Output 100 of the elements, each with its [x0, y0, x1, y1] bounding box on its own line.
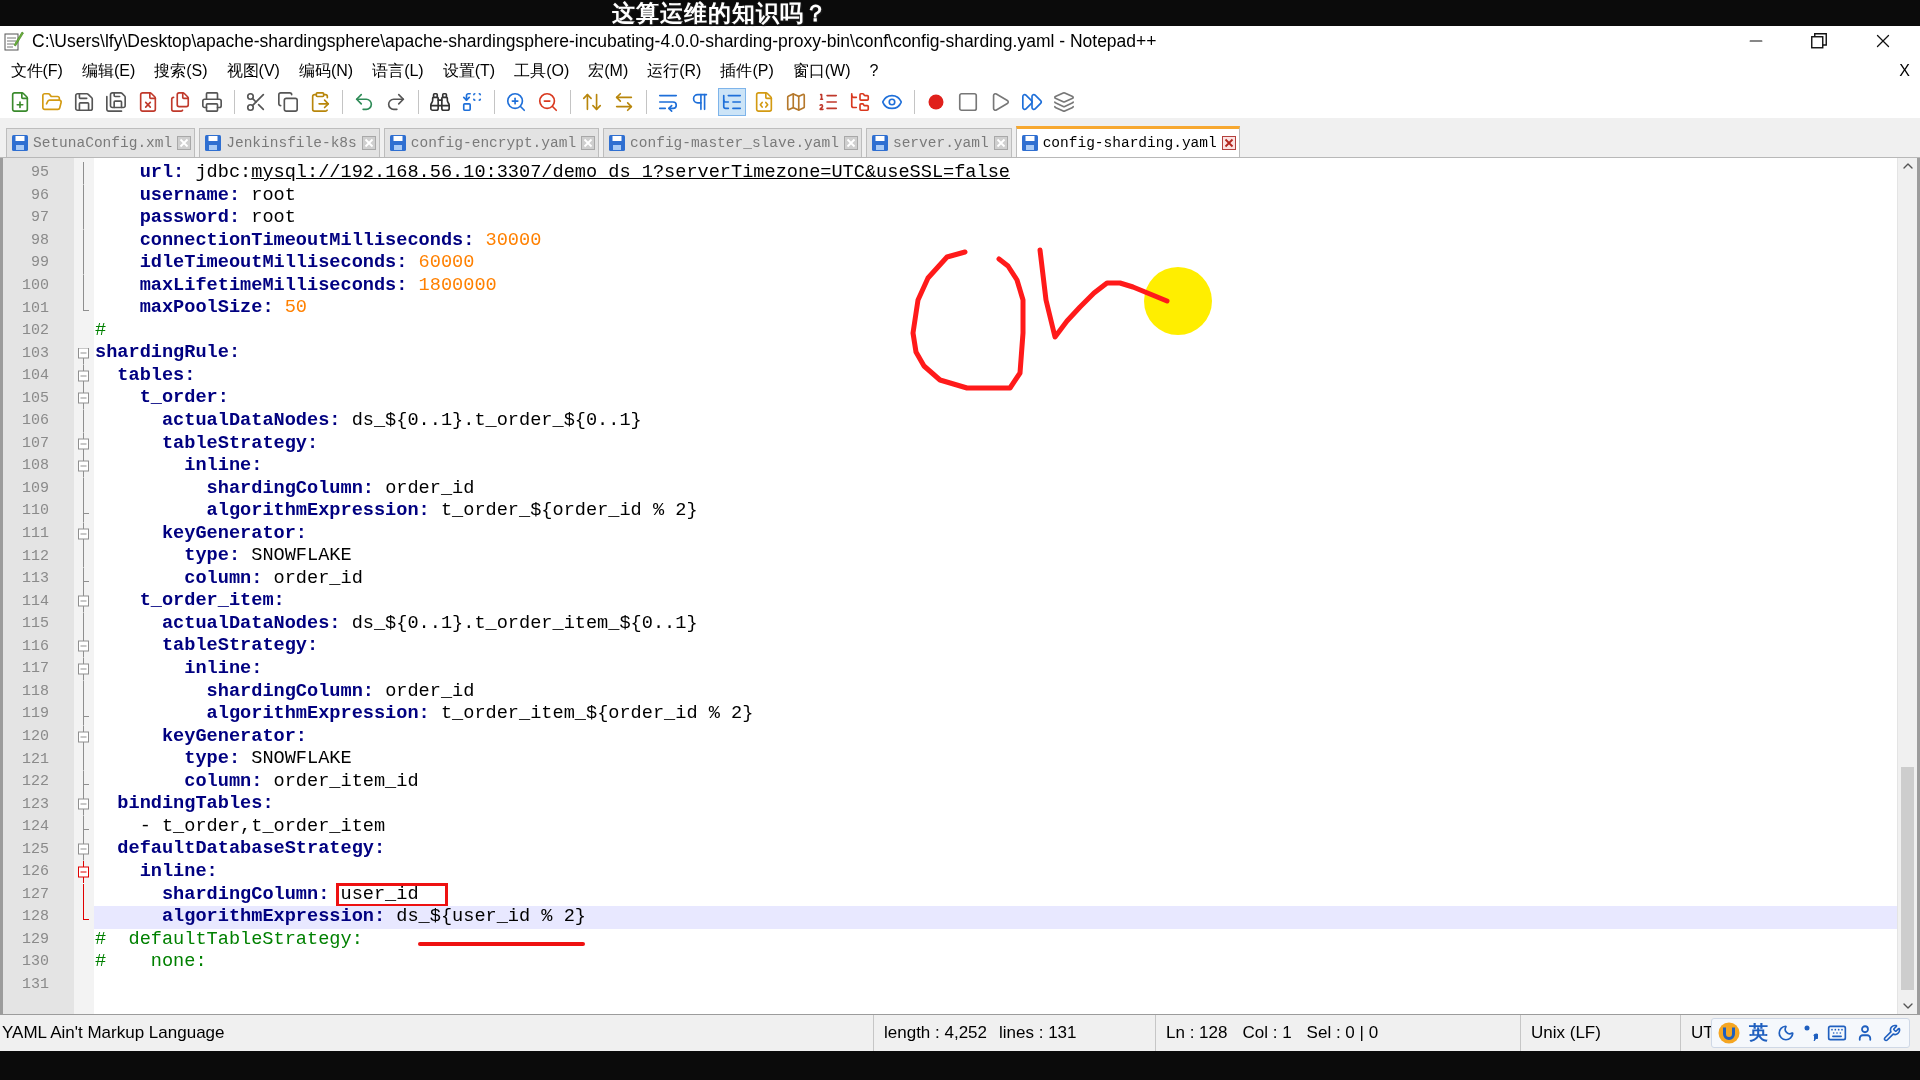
- code-line: column: order_id: [184, 567, 363, 589]
- ime-mode-label[interactable]: 英: [1749, 1022, 1768, 1044]
- menu-item[interactable]: 文件(F): [1, 57, 73, 85]
- minus-box-icon[interactable]: [78, 725, 89, 749]
- menu-item[interactable]: 编码(N): [289, 57, 363, 85]
- minus-box-icon[interactable]: [78, 348, 89, 365]
- fast-forward-icon[interactable]: [1021, 91, 1043, 113]
- minus-box-icon[interactable]: [78, 658, 89, 681]
- restore-icon[interactable]: [1811, 33, 1827, 49]
- numbered-list-icon[interactable]: [817, 91, 839, 113]
- save-icon[interactable]: [73, 91, 95, 113]
- line-number: 115: [22, 615, 49, 634]
- line-number: 110: [22, 502, 49, 521]
- close-document-button[interactable]: X: [1899, 62, 1910, 80]
- line-number: 129: [22, 930, 49, 949]
- binoculars-icon[interactable]: [429, 91, 451, 113]
- floppy-icon: [609, 135, 626, 151]
- ime-logo-icon[interactable]: [1718, 1022, 1740, 1044]
- line-number: 97: [31, 209, 49, 228]
- menu-item[interactable]: 宏(M): [578, 57, 638, 85]
- menu-item[interactable]: 运行(R): [637, 57, 711, 85]
- new-file-icon[interactable]: [9, 91, 31, 113]
- code-line: tableStrategy:: [161, 432, 319, 454]
- floppy-icon: [871, 135, 888, 151]
- menu-item[interactable]: 工具(O): [504, 57, 579, 85]
- zoom-out-icon[interactable]: [537, 91, 559, 113]
- branch-line-icon: [83, 567, 89, 591]
- line-number: 108: [22, 457, 49, 476]
- layers-icon[interactable]: [1053, 91, 1075, 113]
- map-icon[interactable]: [785, 91, 807, 113]
- wrench-icon[interactable]: [1883, 1024, 1901, 1042]
- eol-status: Unix (LF): [1531, 1023, 1601, 1043]
- undo-icon[interactable]: [353, 91, 375, 113]
- menu-item[interactable]: 窗口(W): [783, 57, 861, 85]
- minus-box-icon[interactable]: [78, 522, 89, 546]
- line-number: 103: [22, 344, 49, 363]
- line-number: 120: [22, 727, 49, 746]
- folder-tree-icon[interactable]: [849, 91, 871, 113]
- scrollbar-thumb[interactable]: [1901, 767, 1914, 990]
- stop-icon[interactable]: [957, 91, 979, 113]
- clipboard-icon[interactable]: [309, 91, 331, 113]
- minus-box-icon[interactable]: [78, 455, 89, 478]
- vertical-arrows-icon[interactable]: [581, 91, 603, 113]
- replace-icon[interactable]: [461, 91, 483, 113]
- code-line: keyGenerator:: [161, 522, 307, 544]
- zoom-in-icon[interactable]: [505, 91, 527, 113]
- scrollbar[interactable]: [1897, 158, 1917, 1014]
- line-status: Ln : 128: [1166, 1023, 1228, 1043]
- folder-icon[interactable]: [41, 91, 63, 113]
- minus-box-icon[interactable]: [78, 590, 89, 613]
- url-link[interactable]: mysql://192.168.56.10:3307/demo_ds_1?serverTimezone=UTC&useSSL=false: [251, 162, 1010, 183]
- code-line: bindingTables:: [117, 793, 274, 815]
- minus-box-icon[interactable]: [78, 635, 89, 658]
- moon-icon[interactable]: [1777, 1024, 1795, 1042]
- punctuation-icon[interactable]: [1804, 1025, 1818, 1041]
- tab[interactable]: config-sharding.yaml: [1015, 126, 1240, 157]
- line-number: 121: [22, 750, 49, 769]
- code-line: shardingRule:: [95, 342, 241, 364]
- vertical-line-icon: [83, 612, 84, 636]
- menu-item[interactable]: 语言(L): [362, 57, 434, 85]
- line-number: 99: [31, 254, 49, 273]
- line-number: 131: [22, 975, 49, 994]
- menu-item[interactable]: 编辑(E): [72, 57, 145, 85]
- minus-box-icon[interactable]: [78, 838, 89, 861]
- file-x-icon[interactable]: [137, 91, 159, 113]
- menu-item[interactable]: ?: [860, 59, 888, 83]
- keyboard-icon[interactable]: [1827, 1023, 1847, 1043]
- code-line: maxLifetimeMilliseconds: 1800000: [139, 274, 497, 296]
- line-number: 113: [22, 570, 49, 589]
- horizontal-arrows-icon[interactable]: [613, 91, 635, 113]
- save-all-icon[interactable]: [105, 91, 127, 113]
- code-file-icon[interactable]: [753, 91, 775, 113]
- code-line: keyGenerator:: [161, 725, 307, 747]
- line-number: 130: [22, 953, 49, 972]
- line-number: 102: [22, 322, 49, 341]
- minus-box-icon[interactable]: [78, 860, 89, 884]
- menu-item[interactable]: 视图(V): [217, 57, 290, 85]
- menu-item[interactable]: 搜索(S): [144, 57, 218, 85]
- redo-icon[interactable]: [385, 91, 407, 113]
- line-number: 125: [22, 840, 49, 859]
- line-number: 126: [22, 863, 49, 882]
- menu-item[interactable]: 插件(P): [710, 57, 784, 85]
- encoding-status: UT: [1691, 1023, 1714, 1043]
- code-line: # none:: [95, 951, 207, 973]
- menu-item[interactable]: 设置(T): [433, 57, 505, 85]
- branch-line-icon: [83, 500, 89, 523]
- close-icon[interactable]: [1221, 136, 1236, 150]
- files-icon[interactable]: [169, 91, 191, 113]
- minus-box-icon[interactable]: [78, 364, 89, 388]
- lines-status: lines : 131: [999, 1023, 1077, 1043]
- code-line: actualDataNodes: ds_${0..1}.t_order_item_${0..1}: [161, 612, 698, 634]
- record-icon[interactable]: [928, 94, 944, 110]
- minus-box-icon[interactable]: [78, 432, 89, 456]
- minus-box-icon[interactable]: [78, 793, 89, 816]
- person-icon[interactable]: [1856, 1024, 1874, 1042]
- printer-icon[interactable]: [201, 91, 223, 113]
- scissors-icon[interactable]: [245, 91, 267, 113]
- minus-box-icon[interactable]: [78, 387, 89, 410]
- copy-icon[interactable]: [277, 91, 299, 113]
- cursor-highlight-dot: [1144, 267, 1212, 335]
